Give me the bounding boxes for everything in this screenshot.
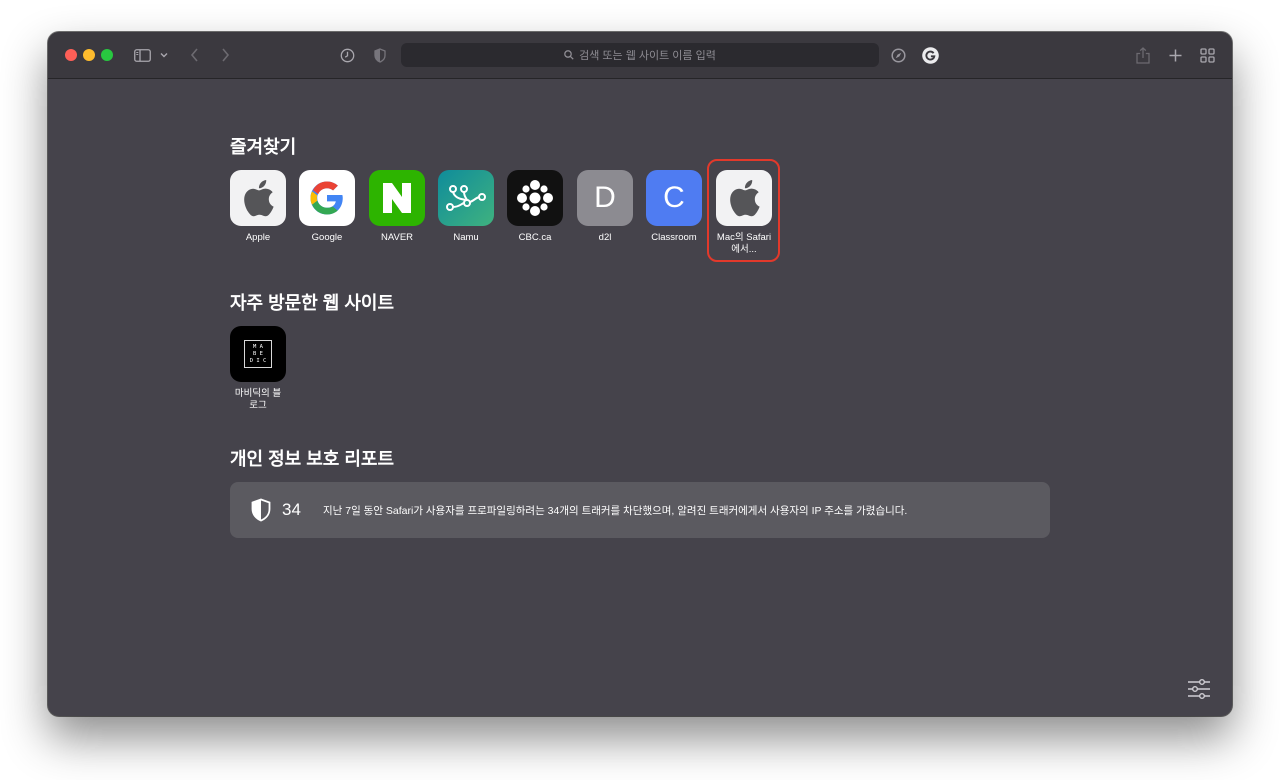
close-window-button[interactable] [65, 49, 77, 61]
favorite-apple[interactable]: Apple [223, 170, 293, 244]
favorites-title: 즐겨찾기 [230, 137, 297, 157]
tab-overview-icon[interactable] [1198, 46, 1216, 64]
logo-line: M A [253, 343, 263, 350]
frequent-mabedic[interactable]: M A B E D I C 마비딕의 블로그 [223, 326, 293, 412]
safari-window: 검색 또는 웹 사이트 이름 입력 즐겨찾기 Apple Google NAVE… [48, 32, 1232, 716]
favorite-google[interactable]: Google [292, 170, 362, 244]
shield-icon [251, 498, 271, 522]
address-bar[interactable]: 검색 또는 웹 사이트 이름 입력 [401, 43, 879, 67]
tracker-count: 34 [282, 500, 301, 519]
zoom-window-button[interactable] [101, 49, 113, 61]
favorite-classroom[interactable]: C Classroom [639, 170, 709, 244]
tile-letter: D [594, 181, 616, 214]
apple-logo-icon [716, 170, 772, 226]
minimize-window-button[interactable] [83, 49, 95, 61]
mabedic-logo-icon: M A B E D I C [230, 326, 286, 382]
apple-logo-icon [230, 170, 286, 226]
favorite-label: Namu [453, 232, 479, 243]
favorite-namu[interactable]: Namu [431, 170, 501, 244]
namu-logo-icon [438, 170, 494, 226]
favorite-label: Mac의 Safari에서... [716, 232, 772, 255]
favorite-label: NAVER [380, 232, 414, 243]
toolbar: 검색 또는 웹 사이트 이름 입력 [48, 32, 1232, 79]
new-tab-plus-icon[interactable] [1166, 46, 1184, 64]
tile-letter: C [663, 181, 685, 214]
search-icon [564, 50, 574, 60]
letter-c-icon: C [646, 170, 702, 226]
favorite-label: Apple [245, 232, 271, 243]
frequent-title: 자주 방문한 웹 사이트 [230, 293, 395, 313]
cbc-logo-icon [507, 170, 563, 226]
favorite-label: Classroom [651, 232, 697, 243]
privacy-title: 개인 정보 보호 리포트 [230, 449, 395, 469]
sidebar-toggle-icon[interactable] [132, 46, 152, 64]
share-icon[interactable] [1134, 45, 1152, 65]
logo-line: D I C [249, 357, 267, 364]
letter-d-icon: D [577, 170, 633, 226]
history-clock-icon[interactable] [338, 46, 356, 64]
favorite-d2l[interactable]: D d2l [570, 170, 640, 244]
start-page: 즐겨찾기 Apple Google NAVER Namu CBC.ca D d2… [48, 79, 1232, 716]
favorite-naver[interactable]: NAVER [362, 170, 432, 244]
customize-settings-icon[interactable] [1186, 678, 1212, 700]
favorite-mac-safari[interactable]: Mac의 Safari에서... [709, 170, 779, 256]
naver-logo-icon [369, 170, 425, 226]
favorite-label: Google [311, 232, 343, 243]
frequent-label: 마비딕의 블로그 [234, 388, 282, 411]
back-icon[interactable] [186, 46, 202, 64]
compass-extension-icon[interactable] [889, 46, 907, 64]
privacy-summary: 지난 7일 동안 Safari가 사용자를 프로파일링하려는 34개의 트래커를… [323, 504, 908, 517]
favorite-cbc[interactable]: CBC.ca [500, 170, 570, 244]
chevron-down-icon[interactable] [158, 48, 170, 62]
address-placeholder: 검색 또는 웹 사이트 이름 입력 [579, 50, 716, 62]
google-logo-icon [299, 170, 355, 226]
favorite-label: CBC.ca [518, 232, 552, 243]
privacy-report-card[interactable]: 34 지난 7일 동안 Safari가 사용자를 프로파일링하려는 34개의 트… [230, 482, 1050, 538]
favorite-label: d2l [598, 232, 612, 243]
logo-line: B E [253, 350, 263, 357]
grammarly-extension-icon[interactable] [921, 46, 939, 64]
privacy-shield-icon[interactable] [371, 46, 389, 64]
forward-icon[interactable] [217, 46, 233, 64]
